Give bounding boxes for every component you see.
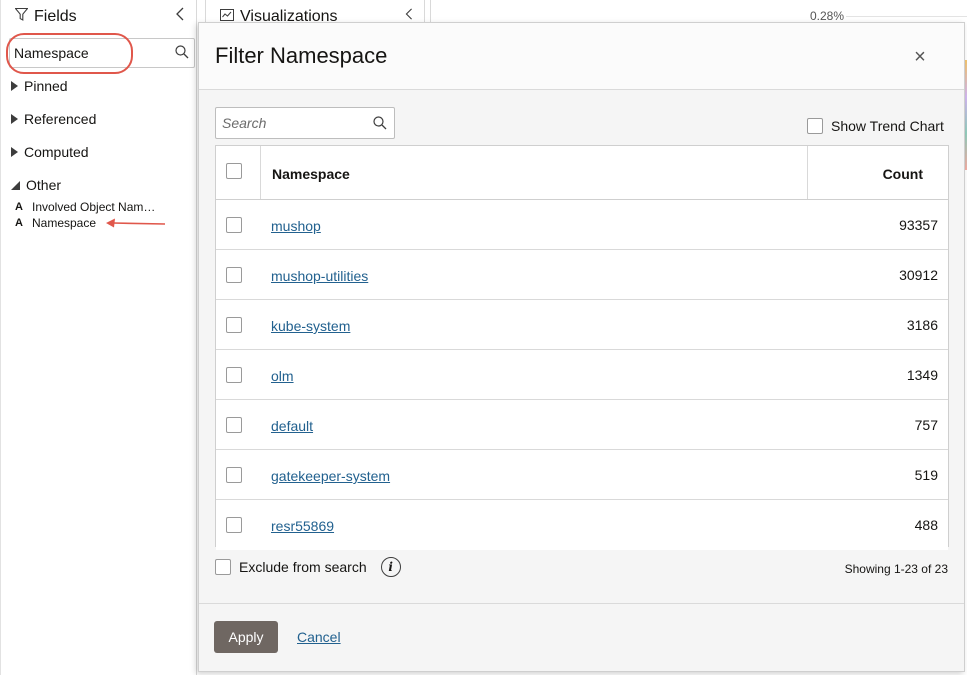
table-row: gatekeeper-system 519 — [216, 450, 948, 500]
fields-search-input[interactable] — [10, 39, 170, 67]
exclude-from-search-option: Exclude from search i — [215, 557, 401, 577]
fields-title-label: Fields — [34, 8, 77, 25]
row-count: 488 — [914, 517, 938, 533]
row-checkbox[interactable] — [226, 217, 242, 233]
table-row: mushop 93357 — [216, 200, 948, 250]
dialog-search-box — [215, 107, 395, 139]
search-icon[interactable] — [175, 45, 189, 59]
show-trend-chart-checkbox[interactable] — [807, 118, 823, 134]
row-checkbox[interactable] — [226, 267, 242, 283]
filter-namespace-dialog: Filter Namespace × Show Trend Chart Name… — [198, 22, 965, 672]
header-checkbox-cell — [216, 146, 261, 199]
namespace-link[interactable]: mushop-utilities — [271, 268, 368, 284]
cancel-link[interactable]: Cancel — [297, 629, 341, 645]
namespace-link[interactable]: olm — [271, 368, 294, 384]
select-all-checkbox[interactable] — [226, 163, 242, 179]
field-item-involved-object-name[interactable]: A Involved Object Nam… — [15, 199, 155, 215]
caret-right-icon — [11, 114, 18, 124]
row-checkbox[interactable] — [226, 517, 242, 533]
table-row: olm 1349 — [216, 350, 948, 400]
text-type-icon: A — [15, 217, 23, 229]
filter-icon — [14, 7, 29, 26]
dialog-header: Filter Namespace × — [199, 23, 964, 90]
field-group-other[interactable]: Other — [11, 175, 61, 195]
fields-title: Fields — [14, 7, 77, 26]
exclude-from-search-checkbox[interactable] — [215, 559, 231, 575]
caret-down-icon — [11, 180, 20, 190]
text-type-icon: A — [15, 201, 23, 213]
field-group-label: Referenced — [24, 111, 97, 127]
row-checkbox[interactable] — [226, 367, 242, 383]
fields-panel: Fields Pinned Referenced Computed Other … — [0, 0, 197, 675]
column-divider — [807, 146, 808, 199]
table-row: mushop-utilities 30912 — [216, 250, 948, 300]
field-group-label: Other — [26, 177, 62, 193]
chart-gridline — [846, 16, 967, 17]
dialog-footer: Apply Cancel — [199, 603, 964, 671]
close-icon[interactable]: × — [910, 46, 930, 68]
namespace-link[interactable]: default — [271, 418, 313, 434]
annotation-arrow-icon — [106, 218, 166, 228]
namespace-link[interactable]: kube-system — [271, 318, 350, 334]
table-row: default 757 — [216, 400, 948, 450]
row-count: 30912 — [899, 267, 938, 283]
field-item-label: Namespace — [32, 216, 97, 230]
field-group-label: Computed — [24, 144, 89, 160]
pagination-status: Showing 1-23 of 23 — [844, 562, 948, 576]
namespace-table: Namespace Count mushop 93357 mushop-util… — [215, 145, 949, 550]
visualizations-header: Visualizations — [205, 0, 425, 25]
show-trend-chart-option: Show Trend Chart — [807, 118, 944, 134]
row-checkbox[interactable] — [226, 417, 242, 433]
field-item-label: Involved Object Nam… — [32, 200, 156, 214]
fields-header: Fields — [1, 0, 197, 34]
chart-percent-label: 0.28% — [810, 9, 845, 23]
dialog-search-input[interactable] — [216, 108, 366, 138]
table-row: resr55869 488 — [216, 500, 948, 550]
caret-right-icon — [11, 147, 18, 157]
namespace-link[interactable]: mushop — [271, 218, 321, 234]
fields-search-box — [9, 38, 195, 68]
collapse-fields-button[interactable] — [172, 6, 188, 24]
namespace-link[interactable]: resr55869 — [271, 518, 334, 534]
row-count: 3186 — [906, 317, 938, 333]
table-row: kube-system 3186 — [216, 300, 948, 350]
caret-right-icon — [11, 81, 18, 91]
namespace-link[interactable]: gatekeeper-system — [271, 468, 390, 484]
field-item-namespace[interactable]: A Namespace — [15, 215, 96, 231]
chevron-left-icon — [176, 7, 184, 24]
field-group-computed[interactable]: Computed — [11, 142, 89, 162]
row-count: 519 — [914, 467, 938, 483]
row-checkbox[interactable] — [226, 317, 242, 333]
apply-button[interactable]: Apply — [214, 621, 278, 653]
column-header-namespace[interactable]: Namespace — [272, 166, 350, 182]
exclude-from-search-label: Exclude from search — [239, 559, 367, 575]
field-group-referenced[interactable]: Referenced — [11, 109, 96, 129]
panel-divider — [430, 0, 431, 24]
row-count: 1349 — [906, 367, 938, 383]
search-icon[interactable] — [373, 116, 387, 130]
info-icon[interactable]: i — [380, 557, 401, 577]
row-count: 93357 — [899, 217, 938, 233]
row-checkbox[interactable] — [226, 467, 242, 483]
field-group-label: Pinned — [24, 78, 68, 94]
field-group-pinned[interactable]: Pinned — [11, 76, 68, 96]
table-header: Namespace Count — [216, 146, 948, 200]
dialog-title: Filter Namespace — [215, 43, 388, 68]
column-header-count[interactable]: Count — [883, 166, 923, 182]
show-trend-chart-label: Show Trend Chart — [831, 118, 944, 134]
row-count: 757 — [914, 417, 938, 433]
chevron-left-icon — [402, 7, 416, 23]
